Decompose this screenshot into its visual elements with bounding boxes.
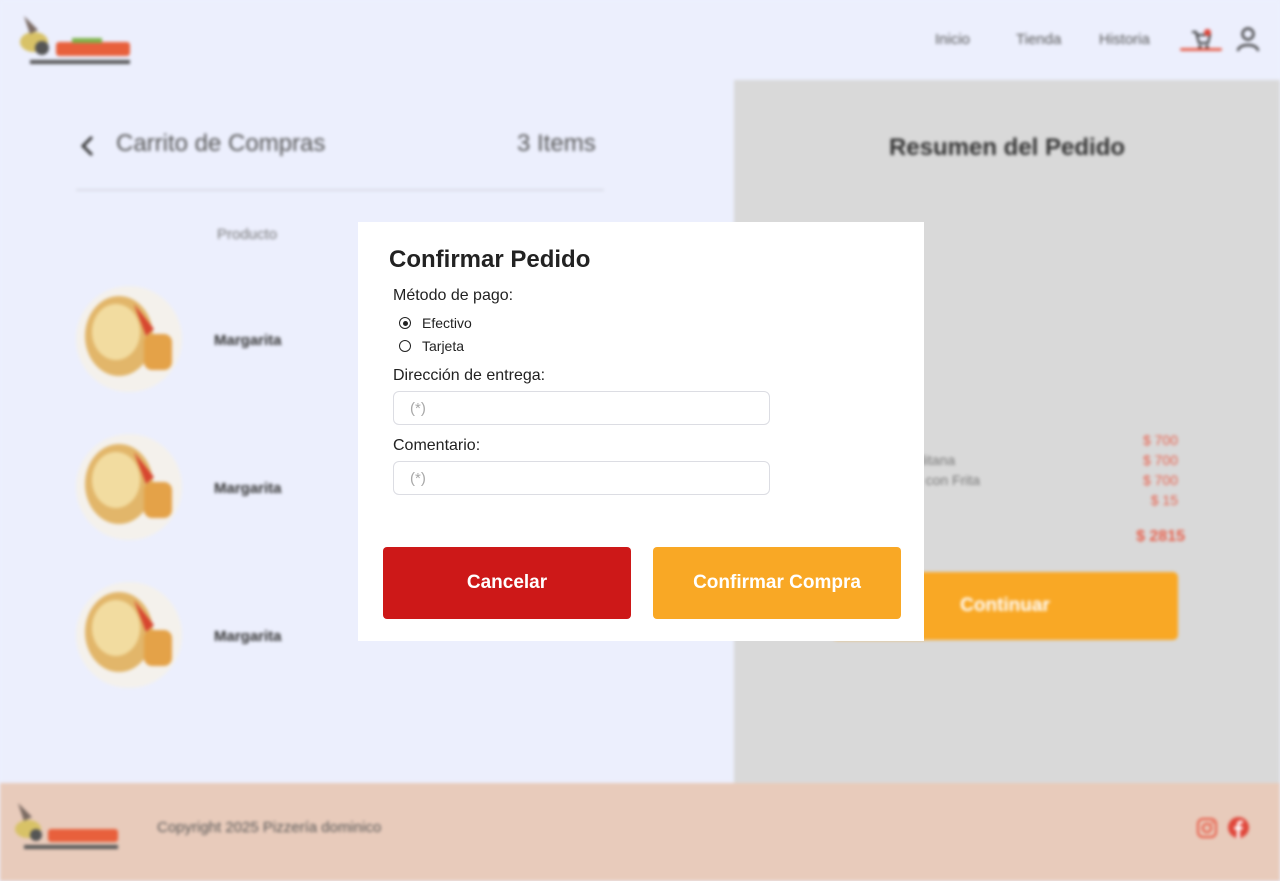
- user-icon[interactable]: [1236, 26, 1260, 52]
- payment-method-label: Método de pago:: [393, 287, 514, 304]
- payment-option-label: Efectivo: [422, 315, 472, 331]
- nav-historia[interactable]: Historia: [1099, 31, 1150, 48]
- pizza-image: [76, 582, 182, 688]
- summary-line-price: $ 15: [1150, 492, 1178, 508]
- copyright-text: Copyright 2025 Pizzería dominico: [157, 819, 382, 836]
- active-nav-underline: [1180, 48, 1222, 51]
- payment-option-tarjeta[interactable]: Tarjeta: [399, 337, 464, 355]
- back-arrow-icon[interactable]: [78, 134, 98, 158]
- cancel-button[interactable]: Cancelar: [383, 547, 631, 619]
- summary-line-price: $ 700: [1142, 452, 1178, 468]
- pizza-image: [76, 286, 182, 392]
- payment-option-label: Tarjeta: [422, 338, 465, 354]
- nav-tienda[interactable]: Tienda: [1016, 31, 1061, 48]
- confirm-order-dialog: Confirmar Pedido Método de pago: Efectiv…: [358, 222, 924, 641]
- radio-button-selected[interactable]: [399, 317, 411, 329]
- instagram-icon[interactable]: [1196, 817, 1218, 839]
- pizza-image: [76, 434, 182, 540]
- cart-badge: [1204, 29, 1211, 36]
- payment-option-efectivo[interactable]: Efectivo: [399, 314, 472, 332]
- cart-title: Carrito de Compras: [116, 130, 326, 157]
- nav-inicio[interactable]: Inicio: [935, 31, 970, 48]
- divider: [76, 189, 604, 191]
- confirm-purchase-button[interactable]: Confirmar Compra: [653, 547, 901, 619]
- address-label: Dirección de entrega:: [393, 367, 546, 384]
- radio-button[interactable]: [399, 340, 411, 352]
- address-input[interactable]: [393, 391, 770, 425]
- comment-label: Comentario:: [393, 437, 481, 454]
- site-header: Inicio Tienda Historia: [0, 0, 1280, 80]
- summary-total: $ 2815: [1136, 528, 1185, 545]
- pizzeria-logo: [15, 803, 118, 849]
- summary-line-price: $ 700: [1142, 432, 1178, 448]
- summary-title: Resumen del Pedido: [888, 134, 1126, 161]
- dialog-title: Confirmar Pedido: [389, 246, 591, 273]
- item-count: 3 Items: [517, 130, 596, 157]
- site-footer: Copyright 2025 Pizzería dominico: [0, 783, 1280, 881]
- column-header-product: Producto: [217, 226, 278, 243]
- product-name: Margarita: [214, 628, 282, 645]
- product-name: Margarita: [214, 332, 282, 349]
- summary-line-price: $ 700: [1142, 472, 1178, 488]
- product-name: Margarita: [214, 480, 282, 497]
- pizzeria-logo[interactable]: [12, 8, 132, 72]
- facebook-icon[interactable]: [1228, 817, 1249, 838]
- comment-input[interactable]: [393, 461, 770, 495]
